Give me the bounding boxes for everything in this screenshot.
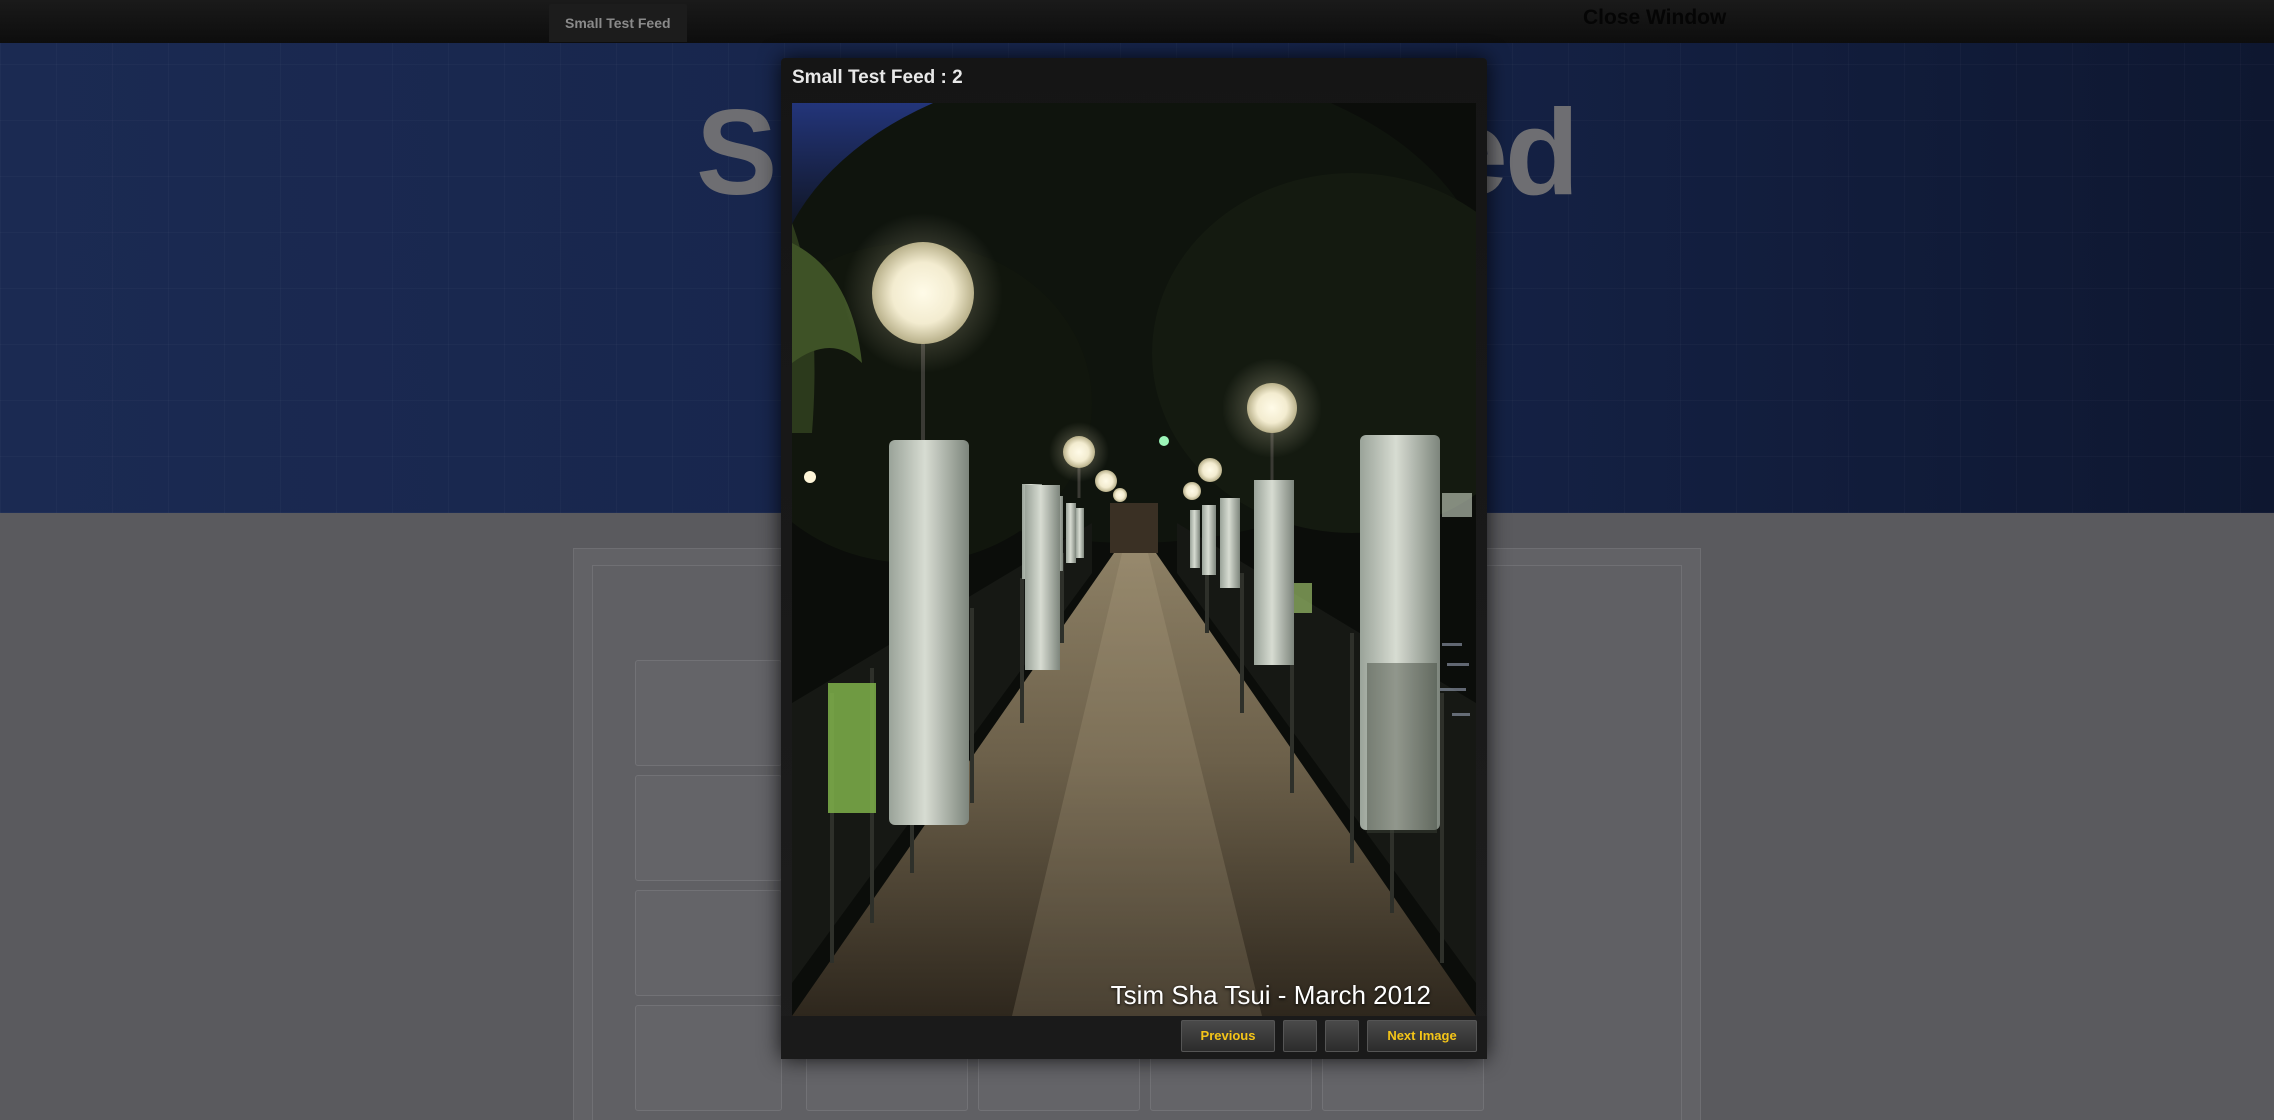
lightbox-photo: Tsim Sha Tsui - March 2012 bbox=[792, 103, 1476, 1016]
background-title-left: S bbox=[696, 84, 777, 220]
stop-slideshow-button[interactable] bbox=[1325, 1020, 1359, 1052]
background-card bbox=[635, 890, 782, 996]
top-bar: Small Test Feed Close Window bbox=[0, 0, 2274, 44]
background-card bbox=[635, 660, 782, 766]
night-walkway-photo bbox=[792, 103, 1476, 1016]
background-card bbox=[635, 775, 782, 881]
previous-button[interactable]: Previous bbox=[1181, 1020, 1275, 1052]
photo-caption: Tsim Sha Tsui - March 2012 bbox=[1110, 980, 1431, 1010]
next-image-button[interactable]: Next Image bbox=[1367, 1020, 1477, 1052]
close-window-button[interactable]: Close Window bbox=[1583, 6, 1726, 30]
lightbox-modal: Small Test Feed : 2 Tsim Sha Tsui - Marc… bbox=[781, 58, 1487, 1059]
background-card bbox=[635, 1005, 782, 1111]
lightbox-title: Small Test Feed : 2 bbox=[792, 67, 963, 88]
play-slideshow-button[interactable] bbox=[1283, 1020, 1317, 1052]
background-page-title: S bbox=[696, 82, 777, 222]
feed-tab[interactable]: Small Test Feed bbox=[549, 4, 687, 42]
